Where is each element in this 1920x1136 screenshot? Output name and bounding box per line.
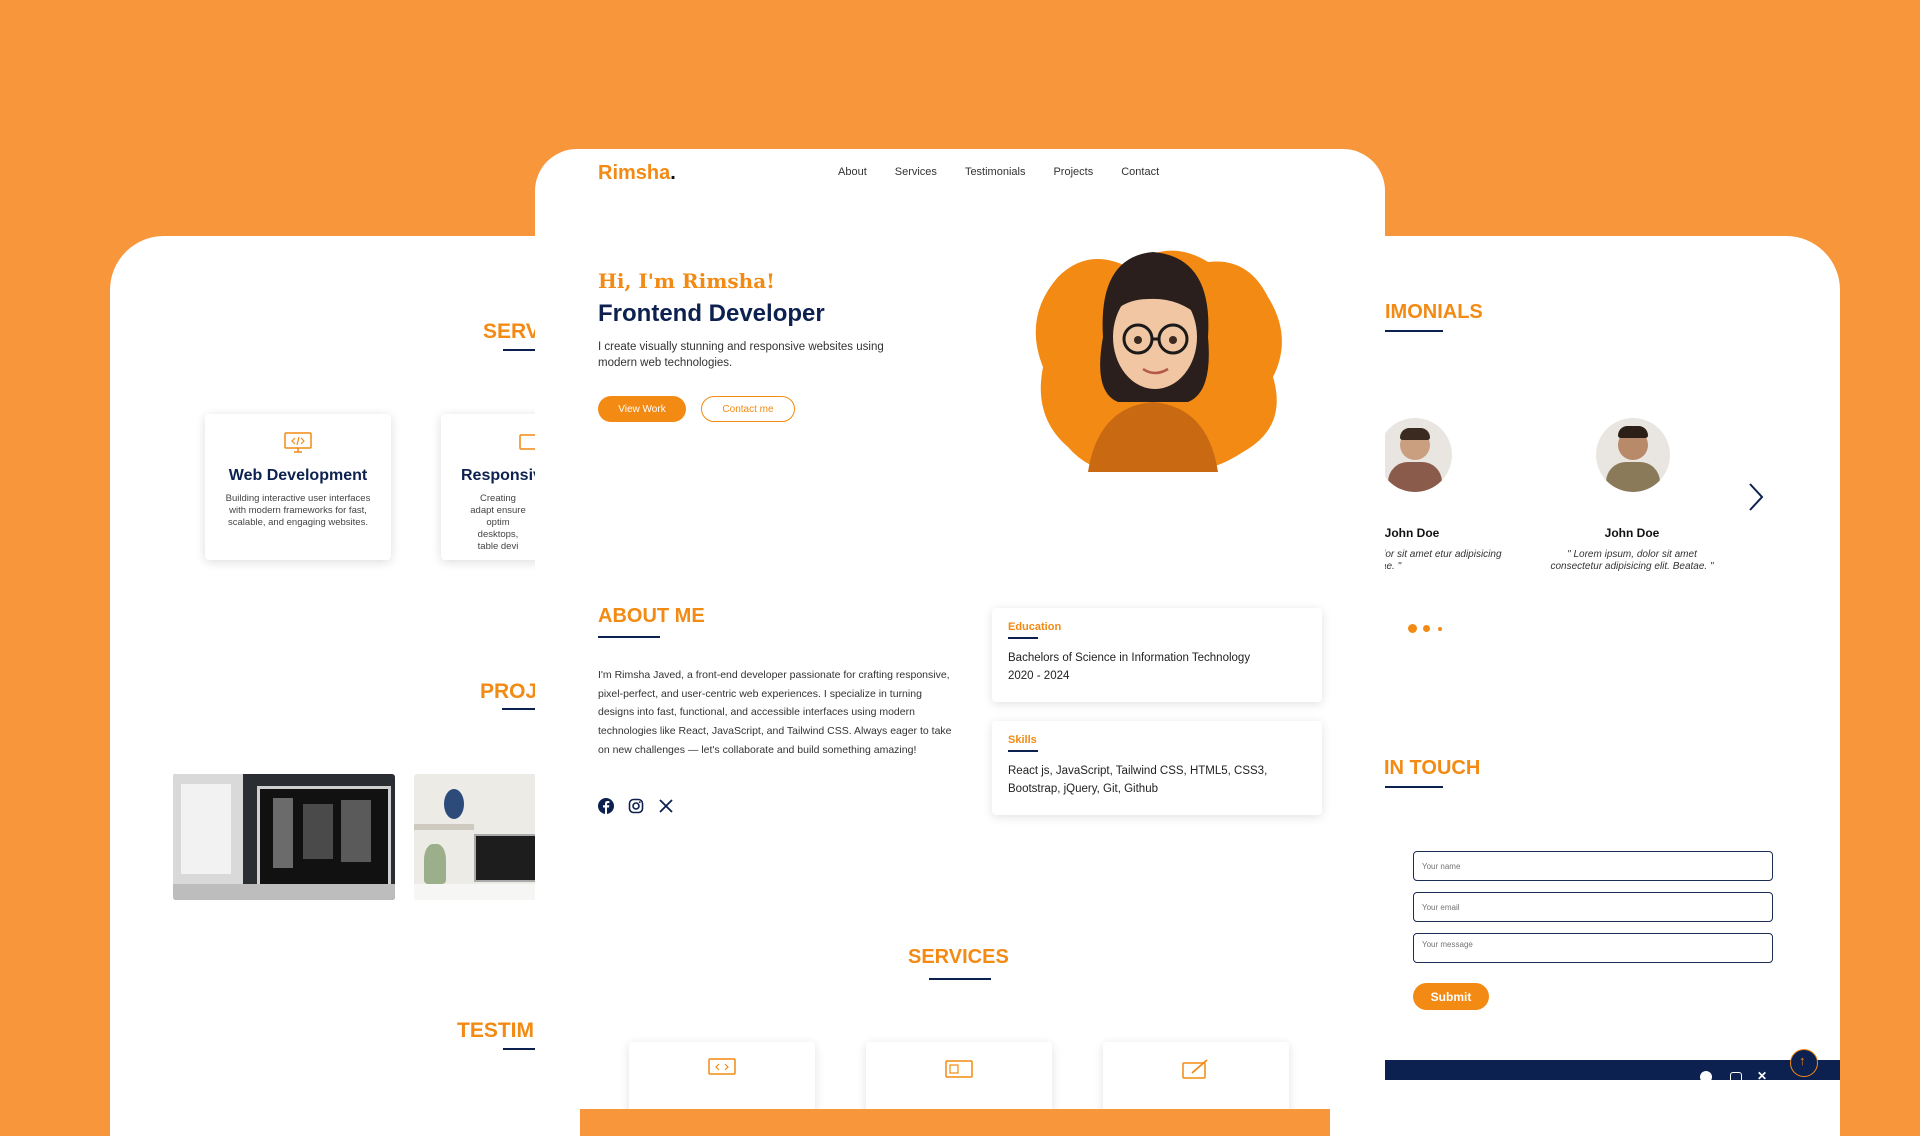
heading-underline [503, 1048, 536, 1050]
nav-projects[interactable]: Projects [1053, 166, 1093, 178]
right-contact-heading: IN TOUCH [1384, 757, 1481, 779]
nav-about[interactable]: About [838, 166, 867, 178]
nav-contact[interactable]: Contact [1121, 166, 1159, 178]
testimonial-name: John Doe [1604, 526, 1660, 540]
contact-me-button[interactable]: Contact me [701, 396, 795, 422]
arrow-up-icon: ↑ [1799, 1053, 1806, 1068]
instagram-icon[interactable] [1730, 1072, 1742, 1084]
right-testimonials-heading: IMONIALS [1385, 301, 1483, 323]
brand-logo[interactable]: Rimsha. [598, 162, 676, 185]
nav-services[interactable]: Services [895, 166, 937, 178]
carousel-dot-active[interactable] [1408, 624, 1417, 633]
social-links [598, 798, 674, 819]
main-nav: About Services Testimonials Projects Con… [838, 166, 1159, 178]
left-services-heading: SERV [483, 320, 540, 343]
monitor-code-icon [708, 1058, 736, 1085]
service-card-web-development [629, 1042, 815, 1109]
skills-card: Skills React js, JavaScript, Tailwind CS… [992, 721, 1322, 815]
heading-underline [598, 636, 660, 638]
heading-underline [1385, 786, 1443, 788]
service-card-web-development: Web Development Building interactive use… [205, 414, 391, 560]
services-heading: SERVICES [908, 946, 1009, 968]
service-description: Creating adapt ensure optim desktops, ta… [470, 493, 526, 552]
monitor-code-icon [284, 432, 312, 454]
label-underline [1008, 637, 1038, 639]
right-preview-card [1330, 236, 1840, 1136]
service-description: Building interactive user interfaces wit… [225, 493, 371, 528]
hero-avatar-illustration [1018, 217, 1288, 487]
hero-greeting: Hi, I'm Rimsha! [598, 269, 775, 293]
testimonial-quote: " Lorem ipsum, dolor sit amet consectetu… [1550, 549, 1714, 572]
chevron-right-icon[interactable] [1748, 482, 1764, 517]
nav-testimonials[interactable]: Testimonials [965, 166, 1026, 178]
about-paragraph: I'm Rimsha Javed, a front-end developer … [598, 669, 952, 756]
skills-text: React js, JavaScript, Tailwind CSS, HTML… [1008, 765, 1268, 796]
scroll-top-button[interactable]: ↑ [1790, 1049, 1818, 1077]
hero-description: I create visually stunning and responsiv… [598, 341, 884, 369]
x-icon[interactable]: ✕ [1757, 1069, 1767, 1083]
avatar [1596, 418, 1670, 492]
view-work-button[interactable]: View Work [598, 396, 686, 422]
hero-role: Frontend Developer [598, 300, 825, 327]
submit-button[interactable]: Submit [1413, 983, 1489, 1010]
label-underline [1008, 750, 1038, 752]
message-input[interactable] [1413, 933, 1773, 963]
email-input[interactable] [1413, 892, 1773, 922]
heading-underline [929, 978, 991, 980]
service-card-design [1103, 1042, 1289, 1109]
education-label: Education [1008, 621, 1062, 633]
left-projects-heading: PROJ [480, 680, 538, 703]
service-title: Web Development [228, 467, 368, 484]
skills-label: Skills [1008, 734, 1037, 746]
facebook-icon[interactable] [598, 798, 614, 819]
left-testimonials-heading: TESTIM [457, 1019, 534, 1042]
education-text: Bachelors of Science in Information Tech… [1008, 652, 1251, 683]
education-card: Education Bachelors of Science in Inform… [992, 608, 1322, 702]
project-thumbnail-1[interactable] [173, 774, 395, 900]
main-portfolio-card: Rimsha. About Services Testimonials Proj… [535, 149, 1385, 1109]
carousel-dot[interactable] [1423, 625, 1430, 632]
project-thumbnail-2[interactable] [414, 774, 536, 900]
x-icon[interactable] [658, 798, 674, 819]
service-card-responsive [866, 1042, 1052, 1109]
carousel-dot[interactable] [1438, 627, 1442, 631]
facebook-icon[interactable] [1700, 1071, 1712, 1083]
devices-icon [945, 1058, 973, 1085]
instagram-icon[interactable] [628, 798, 644, 819]
name-input[interactable] [1413, 851, 1773, 881]
heading-underline [502, 708, 536, 710]
about-heading: ABOUT ME [598, 605, 705, 627]
design-brush-icon [1182, 1058, 1210, 1085]
heading-underline [503, 349, 536, 351]
avatar [1378, 418, 1452, 492]
heading-underline [1385, 330, 1443, 332]
